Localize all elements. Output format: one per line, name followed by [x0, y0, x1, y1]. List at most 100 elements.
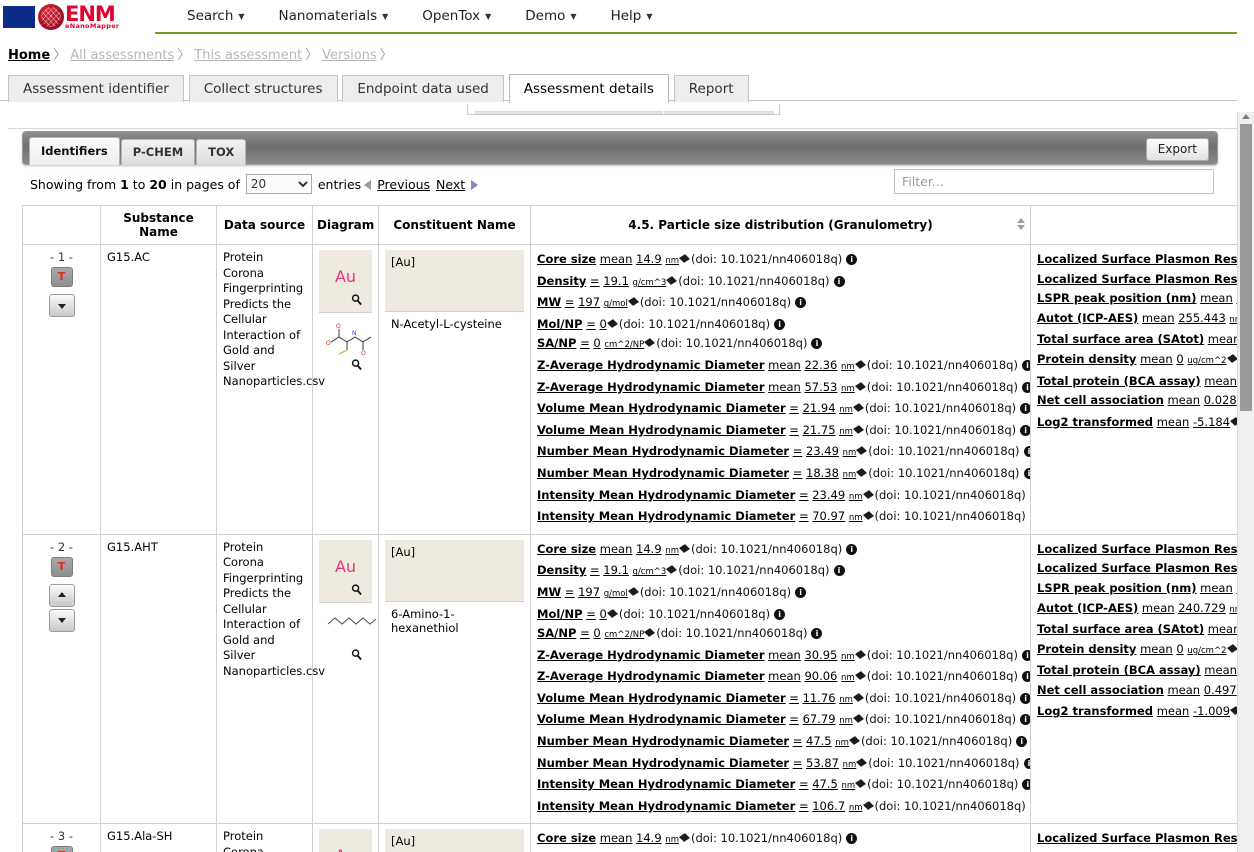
move-down-button[interactable] — [48, 294, 75, 317]
tab-identifiers[interactable]: Identifiers — [29, 137, 120, 165]
magnify-icon[interactable] — [351, 359, 362, 370]
column-header-data-source[interactable]: Data source — [216, 205, 313, 245]
edit-diamond-icon[interactable] — [644, 628, 656, 638]
magnify-icon[interactable] — [351, 294, 362, 305]
edit-diamond-icon[interactable] — [852, 403, 864, 413]
menu-item-help[interactable]: Help ▼ — [594, 0, 670, 35]
edit-diamond-icon[interactable] — [644, 338, 656, 348]
edit-diamond-icon[interactable] — [854, 360, 866, 369]
edit-diamond-icon[interactable] — [606, 318, 618, 328]
row-type-toggle-button[interactable]: T — [50, 556, 73, 577]
sort-toggle-icon[interactable] — [1016, 218, 1025, 232]
diagram-coating[interactable] — [319, 603, 377, 667]
info-icon[interactable]: i — [846, 833, 858, 845]
info-icon[interactable]: i — [846, 543, 858, 555]
edit-diamond-icon[interactable] — [862, 489, 874, 499]
edit-diamond-icon[interactable] — [627, 297, 639, 307]
menu-item-search[interactable]: Search ▼ — [170, 0, 262, 35]
info-icon[interactable]: i — [1020, 424, 1030, 436]
info-icon[interactable]: i — [1021, 359, 1030, 371]
edit-diamond-icon[interactable] — [862, 511, 874, 521]
info-icon[interactable]: i — [833, 565, 845, 577]
edit-diamond-icon[interactable] — [679, 543, 690, 553]
edit-diamond-icon[interactable] — [854, 381, 866, 391]
edit-diamond-icon[interactable] — [848, 736, 860, 745]
edit-diamond-icon[interactable] — [852, 692, 864, 702]
tab-endpoint-data-used[interactable]: Endpoint data used — [342, 75, 504, 102]
info-icon[interactable]: i — [1020, 714, 1030, 726]
info-icon[interactable]: i — [1016, 736, 1028, 748]
diagram-core[interactable]: Au — [319, 539, 372, 603]
filter-input[interactable] — [894, 169, 1214, 194]
edit-diamond-icon[interactable] — [856, 468, 868, 477]
info-icon[interactable]: i — [1021, 671, 1030, 683]
previous-arrow-icon[interactable] — [364, 180, 372, 190]
edit-diamond-icon[interactable] — [852, 714, 864, 724]
move-down-button[interactable] — [48, 608, 75, 632]
info-icon[interactable]: i — [795, 297, 807, 309]
column-header-constituent-name[interactable]: Constituent Name — [378, 205, 531, 245]
menu-item-opentox[interactable]: OpenTox ▼ — [405, 0, 508, 35]
tab-report[interactable]: Report — [673, 75, 749, 102]
diagram-core[interactable]: Au — [319, 829, 372, 852]
column-header-substance-name[interactable]: Substance Name — [100, 205, 217, 245]
magnify-icon[interactable] — [351, 584, 362, 595]
tab-assessment-identifier[interactable]: Assessment identifier — [8, 75, 184, 102]
site-logo[interactable]: ENM eNanoMapper — [3, 1, 143, 33]
edit-diamond-icon[interactable] — [666, 565, 678, 575]
edit-diamond-icon[interactable] — [679, 833, 690, 843]
move-up-button[interactable] — [48, 583, 75, 607]
edit-diamond-icon[interactable] — [854, 649, 866, 659]
info-icon[interactable]: i — [1020, 403, 1030, 415]
column-header-index[interactable] — [22, 205, 101, 245]
export-button[interactable]: Export — [1145, 138, 1209, 161]
column-header-diagram[interactable]: Diagram — [312, 205, 379, 245]
menu-item-demo[interactable]: Demo ▼ — [508, 0, 593, 35]
info-icon[interactable]: i — [846, 254, 858, 265]
column-header-particle-size-distribution[interactable]: 4.5. Particle size distribution (Granulo… — [530, 205, 1031, 245]
breadcrumb-item-all-assessments[interactable]: All assessments — [70, 48, 174, 63]
edit-diamond-icon[interactable] — [852, 424, 864, 434]
info-icon[interactable]: i — [811, 628, 823, 640]
info-icon[interactable]: i — [1021, 649, 1030, 661]
info-icon[interactable]: i — [1021, 381, 1030, 393]
info-icon[interactable]: i — [1022, 779, 1030, 791]
magnify-icon[interactable] — [351, 649, 362, 660]
row-type-toggle-button[interactable]: T — [50, 267, 73, 287]
edit-diamond-icon[interactable] — [862, 800, 874, 810]
info-icon[interactable]: i — [774, 318, 786, 330]
next-arrow-icon[interactable] — [471, 180, 479, 190]
edit-diamond-icon[interactable] — [679, 254, 690, 263]
edit-diamond-icon[interactable] — [856, 446, 868, 456]
info-icon[interactable]: i — [774, 608, 786, 620]
diagram-core[interactable]: Au — [319, 250, 372, 313]
previous-page-link[interactable]: Previous — [377, 177, 430, 192]
scrollbar-thumb[interactable] — [1240, 124, 1252, 411]
breadcrumb-item-this-assessment[interactable]: This assessment — [194, 48, 302, 63]
scroll-up-arrow-icon[interactable] — [1242, 114, 1250, 119]
next-page-link[interactable]: Next — [436, 177, 465, 192]
tab-p-chem[interactable]: P-CHEM — [120, 139, 196, 165]
info-icon[interactable]: i — [811, 338, 823, 350]
info-icon[interactable]: i — [1023, 757, 1030, 769]
edit-diamond-icon[interactable] — [855, 779, 867, 789]
info-icon[interactable]: i — [1023, 467, 1030, 479]
edit-diamond-icon[interactable] — [627, 586, 639, 596]
column-header-extra[interactable] — [1030, 205, 1246, 245]
info-icon[interactable]: i — [833, 275, 845, 287]
page-size-select[interactable]: 20 50 100 — [245, 174, 312, 194]
tab-tox[interactable]: TOX — [196, 139, 247, 165]
menu-item-nanomaterials[interactable]: Nanomaterials ▼ — [262, 0, 406, 35]
breadcrumb-item-home[interactable]: Home — [8, 48, 50, 63]
tab-collect-structures[interactable]: Collect structures — [188, 75, 338, 102]
diagram-coating[interactable]: O O N O — [319, 313, 372, 377]
info-icon[interactable]: i — [1023, 446, 1030, 458]
page-vertical-scrollbar[interactable] — [1237, 112, 1254, 852]
info-icon[interactable]: i — [795, 586, 807, 598]
edit-diamond-icon[interactable] — [856, 757, 868, 767]
edit-diamond-icon[interactable] — [666, 275, 678, 285]
row-type-toggle-button[interactable]: T — [50, 846, 73, 852]
edit-diamond-icon[interactable] — [606, 608, 618, 618]
breadcrumb-item-versions[interactable]: Versions — [322, 48, 377, 63]
edit-diamond-icon[interactable] — [1226, 643, 1238, 653]
